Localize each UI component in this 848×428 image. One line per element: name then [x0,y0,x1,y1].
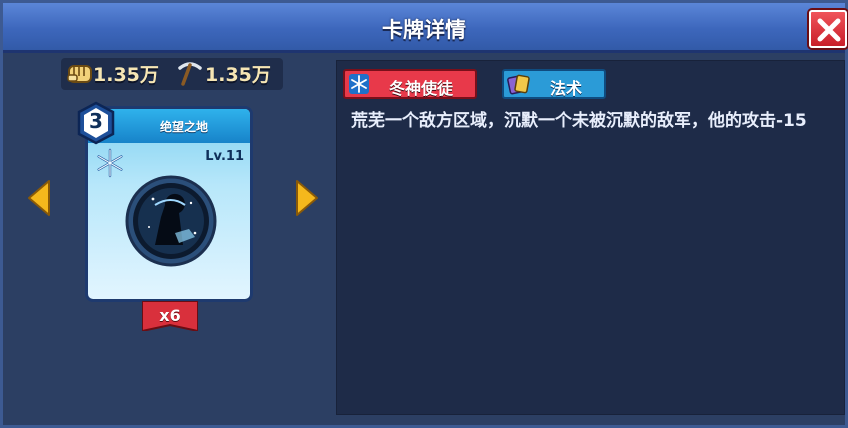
close-icon [817,18,841,42]
pickaxe-icon [178,62,202,86]
card-name: 绝望之地 [159,120,208,134]
type-tag: 法术 [502,69,606,99]
arrow-right-icon[interactable] [293,178,321,218]
faction-tag-label: 冬神使徒 [389,79,454,98]
type-tag-label: 法术 [550,79,583,98]
faction-tag: 冬神使徒 [343,69,477,99]
card-cost: 3 [89,109,103,133]
card-detail-dialog: 卡牌详情 1.35万 1.35万 绝望之地 Lv.11 3 x6 冬神使徒 法术… [0,0,848,428]
close-button[interactable] [809,10,847,48]
snowflake-icon [97,148,123,178]
snowflake-icon [349,74,369,94]
card-description: 荒芜一个敌方区域，沉默一个未被沉默的敌军，他的攻击-15 [351,111,807,131]
title-bar: 卡牌详情 [3,3,845,53]
arrow-left-icon[interactable] [25,178,53,218]
cards-icon [507,74,530,95]
card-count: x6 [159,306,181,325]
fist-icon [67,65,92,83]
card-portrait [125,175,217,267]
power-value: 1.35万 [93,64,159,86]
card-level: Lv.11 [205,149,244,164]
resource-bar: 1.35万 1.35万 [61,58,283,90]
dialog-title: 卡牌详情 [382,18,466,42]
mining-value: 1.35万 [205,64,271,86]
